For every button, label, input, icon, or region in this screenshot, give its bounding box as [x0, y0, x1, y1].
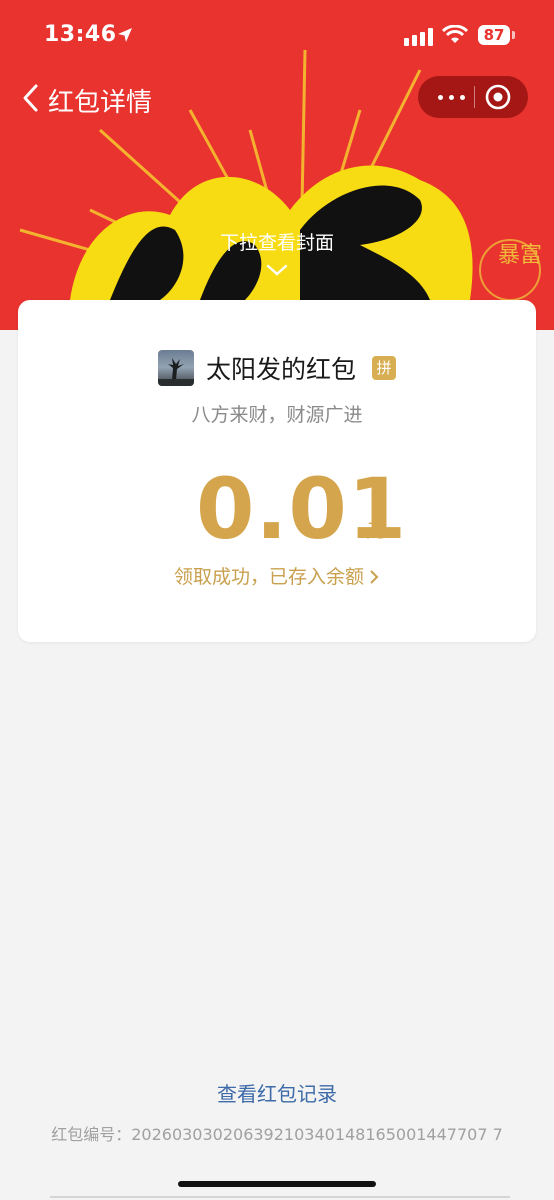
sender-row: 太阳发的红包 拼 — [18, 348, 536, 388]
more-dot-icon — [460, 95, 465, 100]
cropped-text-row — [50, 1192, 510, 1200]
back-chevron-icon[interactable] — [18, 80, 44, 116]
page-title: 红包详情 — [48, 88, 153, 118]
serial-number-row: 红包编号：20260303020639210340148165001447707… — [0, 1121, 554, 1145]
cellular-signal-icon — [404, 28, 433, 46]
more-button[interactable] — [430, 76, 474, 118]
serial-label: 红包编号： — [51, 1125, 132, 1144]
more-dot-icon — [438, 95, 443, 100]
group-packet-badge: 拼 — [372, 356, 396, 380]
amount-block: 0.01 元 — [18, 460, 536, 560]
tree-silhouette-icon — [158, 358, 194, 386]
battery-cap — [512, 31, 515, 39]
red-packet-cover[interactable]: 暴富 13:46 87 红包详情 下拉查看封面 — [0, 0, 554, 330]
battery-level: 87 — [478, 25, 510, 45]
wish-message: 八方来财，财源广进 — [191, 404, 363, 426]
miniprogram-capsule — [418, 76, 528, 118]
avatar[interactable] — [158, 350, 194, 386]
amount-value: 0.01 — [196, 460, 408, 558]
red-packet-card: 太阳发的红包 拼 八方来财，财源广进 0.01 元 领取成功，已存入余额 — [18, 300, 536, 642]
status-bar: 13:46 87 — [0, 0, 554, 70]
more-dot-icon — [449, 95, 454, 100]
balance-status-text: 领取成功，已存入余额 — [173, 566, 364, 588]
view-red-packet-records-link[interactable]: 查看红包记录 — [0, 1078, 554, 1107]
chevron-right-icon — [370, 570, 379, 584]
close-target-icon[interactable] — [484, 83, 512, 111]
chevron-down-icon — [266, 264, 288, 276]
home-indicator — [178, 1181, 376, 1187]
balance-status-link[interactable]: 领取成功，已存入余额 — [18, 562, 536, 589]
capsule-divider — [474, 86, 475, 108]
amount-unit: 元 — [366, 520, 386, 542]
sender-name: 太阳发的红包 — [206, 355, 357, 384]
pull-to-view-cover-hint: 下拉查看封面 — [219, 232, 334, 254]
wifi-icon — [442, 25, 468, 43]
location-arrow-icon — [118, 28, 132, 42]
status-time: 13:46 — [44, 22, 117, 47]
serial-value: 20260303020639210340148165001447707 7 — [131, 1125, 503, 1144]
nav-bar: 红包详情 — [0, 76, 554, 120]
